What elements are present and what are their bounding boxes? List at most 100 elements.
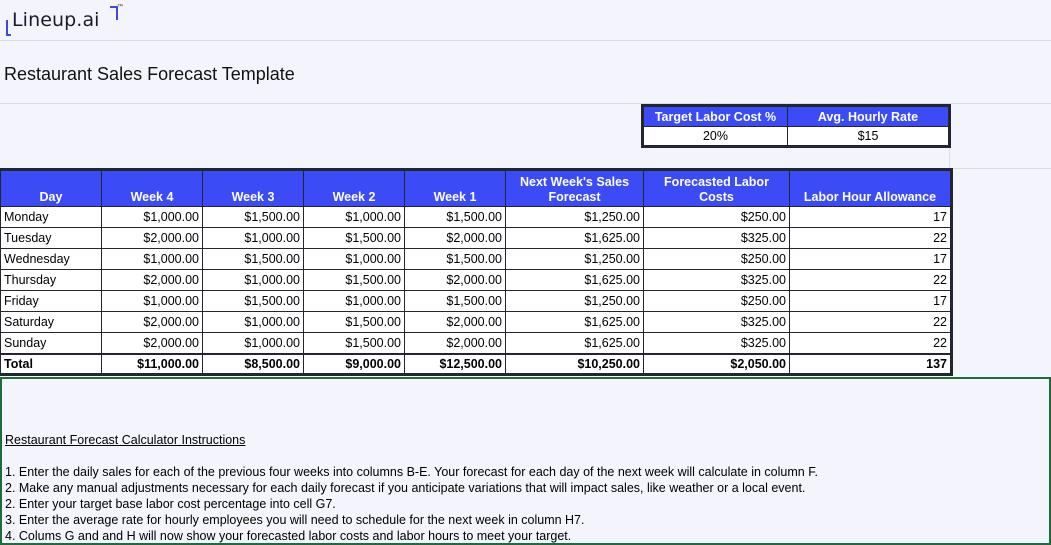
row-divider [0, 40, 1051, 41]
cell-sales-forecast[interactable]: $1,625.00 [505, 311, 644, 333]
cell-week-1[interactable]: $1,500.00 [404, 248, 506, 270]
instructions-title: Restaurant Forecast Calculator Instructi… [5, 433, 246, 447]
cell-week-4[interactable]: $2,000.00 [101, 311, 203, 333]
target-labor-cost-header[interactable]: Target Labor Cost % [642, 105, 788, 127]
cell-labor-hours[interactable]: 22 [789, 227, 952, 249]
cell-week-4[interactable]: $1,000.00 [101, 290, 203, 312]
cell-week-1[interactable]: $2,000.00 [404, 311, 506, 333]
instruction-item: 2. Enter your target base labor cost per… [5, 497, 336, 511]
total-label[interactable]: Total [0, 352, 102, 375]
target-labor-cost-cell[interactable]: 20% [642, 126, 788, 147]
cell-week-2[interactable]: $1,000.00 [303, 206, 405, 228]
avg-hourly-rate-header[interactable]: Avg. Hourly Rate [787, 105, 950, 127]
total-week-2[interactable]: $9,000.00 [303, 352, 405, 375]
instructions-cell[interactable]: Restaurant Forecast Calculator Instructi… [0, 377, 1051, 545]
cell-week-1[interactable]: $1,500.00 [404, 290, 506, 312]
cell-sales-forecast[interactable]: $1,250.00 [505, 206, 644, 228]
cell-sales-forecast[interactable]: $1,250.00 [505, 248, 644, 270]
cell-week-1[interactable]: $2,000.00 [404, 227, 506, 249]
header-labor-hours[interactable]: Labor Hour Allowance [789, 169, 952, 207]
total-labor-hours[interactable]: 137 [789, 352, 952, 375]
cell-sales-forecast[interactable]: $1,625.00 [505, 332, 644, 354]
logo-text: Lineup.ai [12, 9, 100, 31]
cell-week-1[interactable]: $1,500.00 [404, 206, 506, 228]
total-week-1[interactable]: $12,500.00 [404, 352, 506, 375]
instruction-item: 3. Enter the average rate for hourly emp… [5, 513, 585, 527]
cell-labor-costs[interactable]: $325.00 [643, 269, 790, 291]
cell-labor-costs[interactable]: $325.00 [643, 332, 790, 354]
cell-labor-costs[interactable]: $250.00 [643, 206, 790, 228]
cell-week-4[interactable]: $2,000.00 [101, 227, 203, 249]
table-header-row: Day Week 4 Week 3 Week 2 Week 1 Next Wee… [0, 169, 952, 207]
cell-day[interactable]: Monday [0, 206, 102, 228]
cell-labor-hours[interactable]: 17 [789, 206, 952, 228]
cell-week-3[interactable]: $1,000.00 [202, 269, 304, 291]
cell-labor-costs[interactable]: $325.00 [643, 311, 790, 333]
cell-day[interactable]: Tuesday [0, 227, 102, 249]
cell-day[interactable]: Saturday [0, 311, 102, 333]
header-week-1[interactable]: Week 1 [404, 169, 506, 207]
cell-week-4[interactable]: $1,000.00 [101, 248, 203, 270]
header-sales-forecast-label: Next Week's Sales Forecast [519, 175, 630, 204]
table-row: Saturday $2,000.00 $1,000.00 $1,500.00 $2,00… [0, 311, 952, 333]
table-row: Wednesday $1,000.00 $1,500.00 $1,000.00 $1,5… [0, 248, 952, 270]
cell-sales-forecast[interactable]: $1,625.00 [505, 269, 644, 291]
cell-week-3[interactable]: $1,000.00 [202, 227, 304, 249]
total-row: Total $11,000.00 $8,500.00 $9,000.00 $12… [0, 352, 952, 375]
cell-day[interactable]: Thursday [0, 269, 102, 291]
cell-sales-forecast[interactable]: $1,625.00 [505, 227, 644, 249]
cell-week-1[interactable]: $2,000.00 [404, 269, 506, 291]
cell-labor-hours[interactable]: 17 [789, 248, 952, 270]
cell-labor-hours[interactable]: 17 [789, 290, 952, 312]
cell-day[interactable]: Wednesday [0, 248, 102, 270]
forecast-table: Day Week 4 Week 3 Week 2 Week 1 Next Wee… [0, 168, 953, 376]
table-row: Friday $1,000.00 $1,500.00 $1,000.00 $1,500.… [0, 290, 952, 312]
cell-week-2[interactable]: $1,500.00 [303, 332, 405, 354]
header-week-4[interactable]: Week 4 [101, 169, 203, 207]
instruction-item: 1. Enter the daily sales for each of the… [5, 465, 818, 479]
cell-week-2[interactable]: $1,000.00 [303, 290, 405, 312]
cell-week-4[interactable]: $2,000.00 [101, 332, 203, 354]
cell-week-2[interactable]: $1,500.00 [303, 311, 405, 333]
header-labor-costs[interactable]: Forecasted Labor Costs [643, 169, 790, 207]
total-week-4[interactable]: $11,000.00 [101, 352, 203, 375]
parameters-table: Target Labor Cost % Avg. Hourly Rate 20%… [641, 104, 951, 148]
total-labor-costs[interactable]: $2,050.00 [643, 352, 790, 375]
spreadsheet-page: Lineup.ai ™ Restaurant Sales Forecast Te… [0, 0, 1051, 545]
total-week-3[interactable]: $8,500.00 [202, 352, 304, 375]
cell-labor-costs[interactable]: $250.00 [643, 290, 790, 312]
cell-week-3[interactable]: $1,500.00 [202, 206, 304, 228]
instruction-item: 2. Make any manual adjustments necessary… [5, 481, 806, 495]
cell-week-1[interactable]: $2,000.00 [404, 332, 506, 354]
table-row: Sunday $2,000.00 $1,000.00 $1,500.00 $2,000.… [0, 332, 952, 354]
cell-week-2[interactable]: $1,500.00 [303, 227, 405, 249]
header-day[interactable]: Day [0, 169, 102, 207]
cell-day[interactable]: Friday [0, 290, 102, 312]
header-week-2[interactable]: Week 2 [303, 169, 405, 207]
cell-week-3[interactable]: $1,500.00 [202, 248, 304, 270]
cell-labor-hours[interactable]: 22 [789, 311, 952, 333]
cell-week-4[interactable]: $1,000.00 [101, 206, 203, 228]
header-week-3[interactable]: Week 3 [202, 169, 304, 207]
table-row: Thursday $2,000.00 $1,000.00 $1,500.00 $2,00… [0, 269, 952, 291]
cell-labor-costs[interactable]: $250.00 [643, 248, 790, 270]
cell-week-2[interactable]: $1,500.00 [303, 269, 405, 291]
header-sales-forecast[interactable]: Next Week's Sales Forecast [505, 169, 644, 207]
total-sales-forecast[interactable]: $10,250.00 [505, 352, 644, 375]
avg-hourly-rate-cell[interactable]: $15 [787, 126, 950, 147]
cell-week-3[interactable]: $1,000.00 [202, 332, 304, 354]
cell-day[interactable]: Sunday [0, 332, 102, 354]
logo-bracket-left-icon [6, 20, 11, 36]
cell-sales-forecast[interactable]: $1,250.00 [505, 290, 644, 312]
cell-labor-hours[interactable]: 22 [789, 332, 952, 354]
cell-labor-costs[interactable]: $325.00 [643, 227, 790, 249]
table-row: Tuesday $2,000.00 $1,000.00 $1,500.00 $2,000… [0, 227, 952, 249]
instructions-list: 1. Enter the daily sales for each of the… [5, 464, 818, 544]
trademark: ™ [117, 4, 123, 10]
cell-week-4[interactable]: $2,000.00 [101, 269, 203, 291]
cell-week-3[interactable]: $1,500.00 [202, 290, 304, 312]
cell-week-3[interactable]: $1,000.00 [202, 311, 304, 333]
cell-week-2[interactable]: $1,000.00 [303, 248, 405, 270]
page-title: Restaurant Sales Forecast Template [4, 64, 295, 84]
cell-labor-hours[interactable]: 22 [789, 269, 952, 291]
